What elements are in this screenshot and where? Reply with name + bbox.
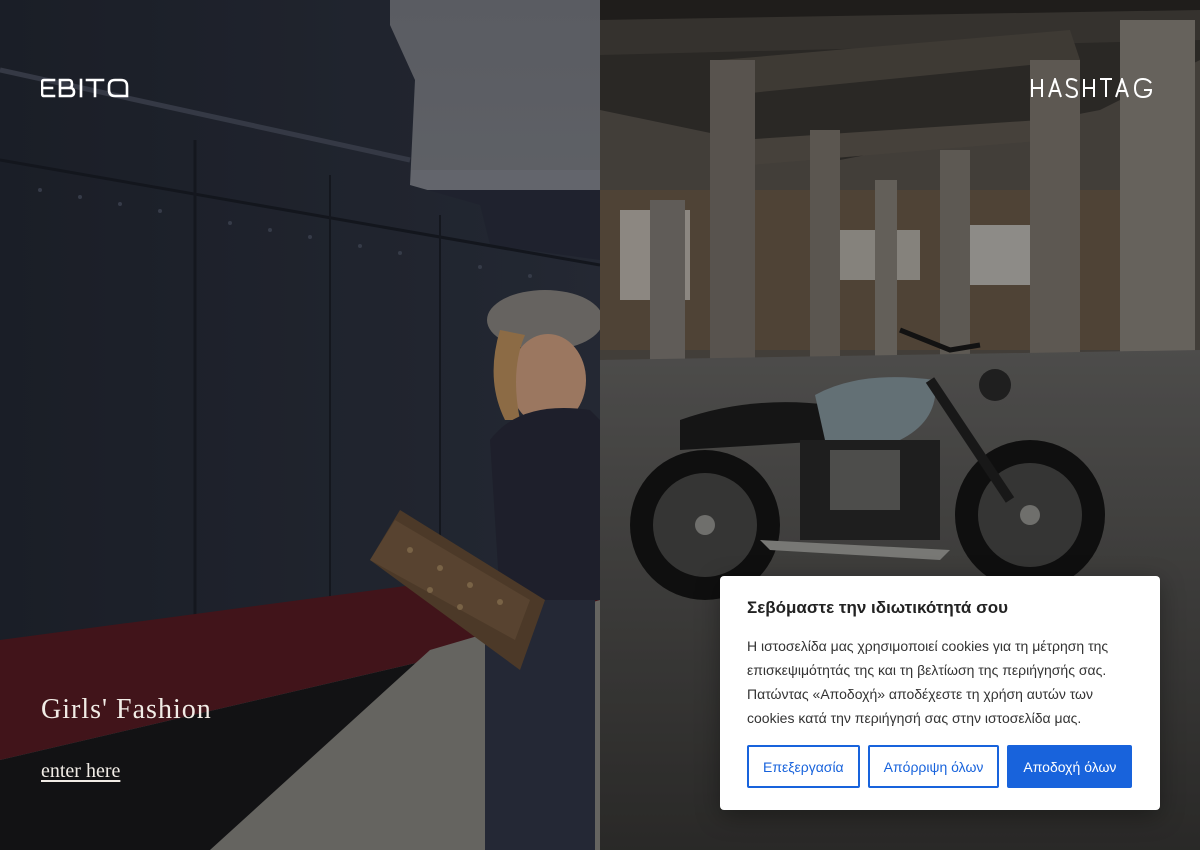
accept-all-button[interactable]: Αποδοχή όλων	[1007, 745, 1133, 788]
cookie-banner-title: Σεβόμαστε την ιδιωτικότητά σου	[747, 598, 1008, 617]
cookie-consent-banner: Σεβόμαστε την ιδιωτικότητά σου Η ιστοσελ…	[720, 576, 1160, 810]
cookie-banner-description: Η ιστοσελίδα μας χρησιμοποιεί cookies γι…	[747, 638, 1109, 726]
customize-button[interactable]: Επεξεργασία	[747, 745, 860, 788]
section-title: Girls' Fashion	[41, 694, 212, 725]
hashtag-logo-icon	[1031, 78, 1153, 98]
ebita-logo-icon	[41, 78, 129, 98]
cookie-banner-actions: Επεξεργασία Απόρριψη όλων Αποδοχή όλων	[747, 745, 1133, 788]
left-hero-caption: Girls' Fashion enter here	[41, 694, 212, 783]
girls-fashion-panel[interactable]: Girls' Fashion enter here	[0, 0, 600, 850]
reject-all-button[interactable]: Απόρριψη όλων	[867, 745, 1000, 788]
hashtag-logo[interactable]	[1030, 78, 1154, 98]
split-landing: Girls' Fashion enter here Σεβόμαστε την …	[0, 0, 1200, 850]
ebita-logo[interactable]	[41, 78, 131, 98]
enter-here-link[interactable]: enter here	[41, 760, 120, 783]
